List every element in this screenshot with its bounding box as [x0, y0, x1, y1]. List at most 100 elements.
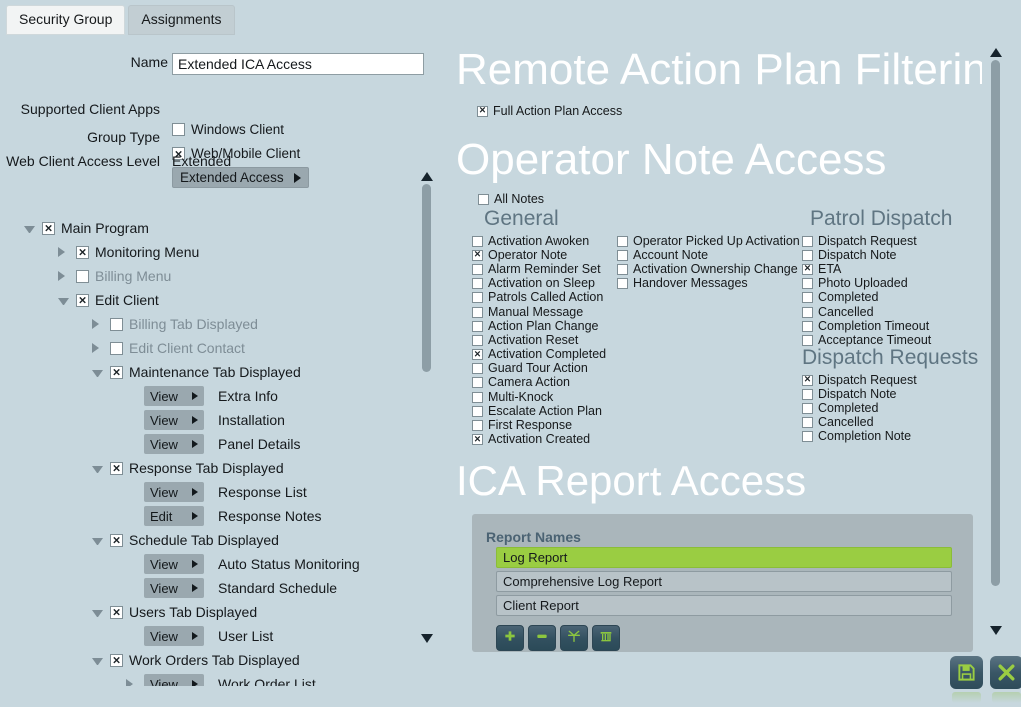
permission-dropdown[interactable]: View — [144, 482, 204, 502]
permission-dropdown[interactable]: Edit — [144, 506, 204, 526]
note-type-row[interactable]: Activation Ownership Change — [617, 262, 800, 276]
permission-dropdown[interactable]: View — [144, 674, 204, 686]
tree-node[interactable]: View User List — [0, 624, 415, 648]
note-type-row[interactable]: Operator Picked Up Activation — [617, 234, 800, 248]
note-type-row[interactable]: Patrols Called Action — [472, 291, 606, 305]
note-type-checkbox[interactable] — [802, 334, 813, 346]
note-type-row[interactable]: Guard Tour Action — [472, 362, 606, 376]
note-type-row[interactable]: Completed — [802, 291, 931, 305]
right-scroll-down-button[interactable] — [990, 626, 1002, 635]
tree-node[interactable]: Main Program — [0, 216, 415, 240]
note-type-checkbox[interactable] — [472, 249, 483, 261]
tree-node-checkbox[interactable] — [42, 221, 55, 235]
tree-node[interactable]: Edit Response Notes — [0, 504, 415, 528]
add-report-button[interactable] — [496, 625, 524, 651]
expand-triangle-icon[interactable] — [58, 247, 69, 257]
note-type-checkbox[interactable] — [802, 374, 813, 386]
note-type-row[interactable]: Action Plan Change — [472, 319, 606, 333]
tree-node[interactable]: View Standard Schedule — [0, 576, 415, 600]
tree-node[interactable]: Maintenance Tab Displayed — [0, 360, 415, 384]
name-input[interactable] — [172, 53, 424, 75]
note-type-row[interactable]: Activation Awoken — [472, 234, 606, 248]
tree-node[interactable]: Billing Menu — [0, 264, 415, 288]
tree-node[interactable]: Schedule Tab Displayed — [0, 528, 415, 552]
note-type-row[interactable]: Activation Reset — [472, 333, 606, 347]
note-type-row[interactable]: Cancelled — [802, 416, 917, 430]
note-type-checkbox[interactable] — [472, 334, 483, 346]
report-list-item[interactable]: Log Report — [496, 547, 952, 568]
note-type-checkbox[interactable] — [802, 417, 813, 429]
expand-triangle-icon[interactable] — [92, 319, 103, 329]
tree-node-checkbox[interactable] — [76, 293, 89, 307]
permission-dropdown[interactable]: View — [144, 434, 204, 454]
tree-node-checkbox[interactable] — [76, 245, 89, 259]
tree-scroll-up-button[interactable] — [421, 172, 433, 181]
note-type-checkbox[interactable] — [802, 249, 813, 261]
note-type-checkbox[interactable] — [802, 306, 813, 318]
full-action-plan-access-row[interactable]: Full Action Plan Access — [477, 104, 622, 118]
note-type-row[interactable]: Dispatch Request — [802, 234, 931, 248]
note-type-checkbox[interactable] — [802, 235, 813, 247]
note-type-row[interactable]: Camera Action — [472, 376, 606, 390]
collapse-triangle-icon[interactable] — [92, 538, 103, 545]
note-type-row[interactable]: Completion Timeout — [802, 319, 931, 333]
note-type-checkbox[interactable] — [802, 263, 813, 275]
windows-client-row[interactable]: Windows Client — [172, 122, 284, 137]
reset-report-button[interactable] — [560, 625, 588, 651]
note-type-row[interactable]: Activation on Sleep — [472, 277, 606, 291]
tree-node[interactable]: Edit Client Contact — [0, 336, 415, 360]
tree-node-checkbox[interactable] — [110, 653, 123, 667]
tab-assignments[interactable]: Assignments — [128, 5, 235, 35]
note-type-row[interactable]: Dispatch Note — [802, 248, 931, 262]
right-scroll-thumb[interactable] — [991, 60, 1000, 586]
note-type-checkbox[interactable] — [472, 235, 483, 247]
note-type-row[interactable]: Manual Message — [472, 305, 606, 319]
permission-tree[interactable]: Main Program Monitoring Menu Billing Menu E… — [0, 216, 415, 686]
tree-scrollbar[interactable] — [418, 170, 435, 648]
tree-node[interactable]: Work Orders Tab Displayed — [0, 648, 415, 672]
permission-dropdown[interactable]: View — [144, 578, 204, 598]
note-type-checkbox[interactable] — [802, 431, 813, 443]
tree-scroll-down-button[interactable] — [421, 634, 433, 643]
tree-node-checkbox[interactable] — [76, 269, 89, 283]
collapse-triangle-icon[interactable] — [92, 370, 103, 377]
right-scroll-up-button[interactable] — [990, 48, 1002, 57]
all-notes-checkbox[interactable] — [478, 193, 489, 205]
permission-dropdown[interactable]: View — [144, 626, 204, 646]
note-type-checkbox[interactable] — [617, 278, 628, 290]
note-type-checkbox[interactable] — [802, 278, 813, 290]
note-type-checkbox[interactable] — [472, 420, 483, 432]
note-type-checkbox[interactable] — [617, 263, 628, 275]
tree-node[interactable]: Monitoring Menu — [0, 240, 415, 264]
permission-dropdown[interactable]: View — [144, 554, 204, 574]
note-type-checkbox[interactable] — [802, 402, 813, 414]
tree-node[interactable]: View Response List — [0, 480, 415, 504]
tree-node[interactable]: View Extra Info — [0, 384, 415, 408]
note-type-checkbox[interactable] — [472, 292, 483, 304]
note-type-row[interactable]: Dispatch Note — [802, 387, 917, 401]
remove-report-button[interactable] — [528, 625, 556, 651]
expand-triangle-icon[interactable] — [126, 679, 137, 686]
note-type-checkbox[interactable] — [802, 388, 813, 400]
permission-dropdown[interactable]: View — [144, 410, 204, 430]
note-type-row[interactable]: Cancelled — [802, 305, 931, 319]
tree-node-checkbox[interactable] — [110, 533, 123, 547]
tree-node[interactable]: View Installation — [0, 408, 415, 432]
note-type-checkbox[interactable] — [802, 320, 813, 332]
note-type-row[interactable]: First Response — [472, 418, 606, 432]
note-type-checkbox[interactable] — [472, 405, 483, 417]
note-type-checkbox[interactable] — [802, 292, 813, 304]
note-type-row[interactable]: Photo Uploaded — [802, 277, 931, 291]
tree-node[interactable]: Users Tab Displayed — [0, 600, 415, 624]
note-type-row[interactable]: Alarm Reminder Set — [472, 262, 606, 276]
note-type-checkbox[interactable] — [472, 377, 483, 389]
tree-node[interactable]: View Panel Details — [0, 432, 415, 456]
note-type-checkbox[interactable] — [472, 391, 483, 403]
close-button[interactable] — [990, 656, 1021, 703]
permission-dropdown[interactable]: View — [144, 386, 204, 406]
note-type-row[interactable]: Activation Completed — [472, 348, 606, 362]
tree-scroll-thumb[interactable] — [422, 184, 431, 372]
note-type-row[interactable]: Completed — [802, 401, 917, 415]
all-notes-row[interactable]: All Notes — [478, 192, 544, 206]
note-type-checkbox[interactable] — [472, 278, 483, 290]
